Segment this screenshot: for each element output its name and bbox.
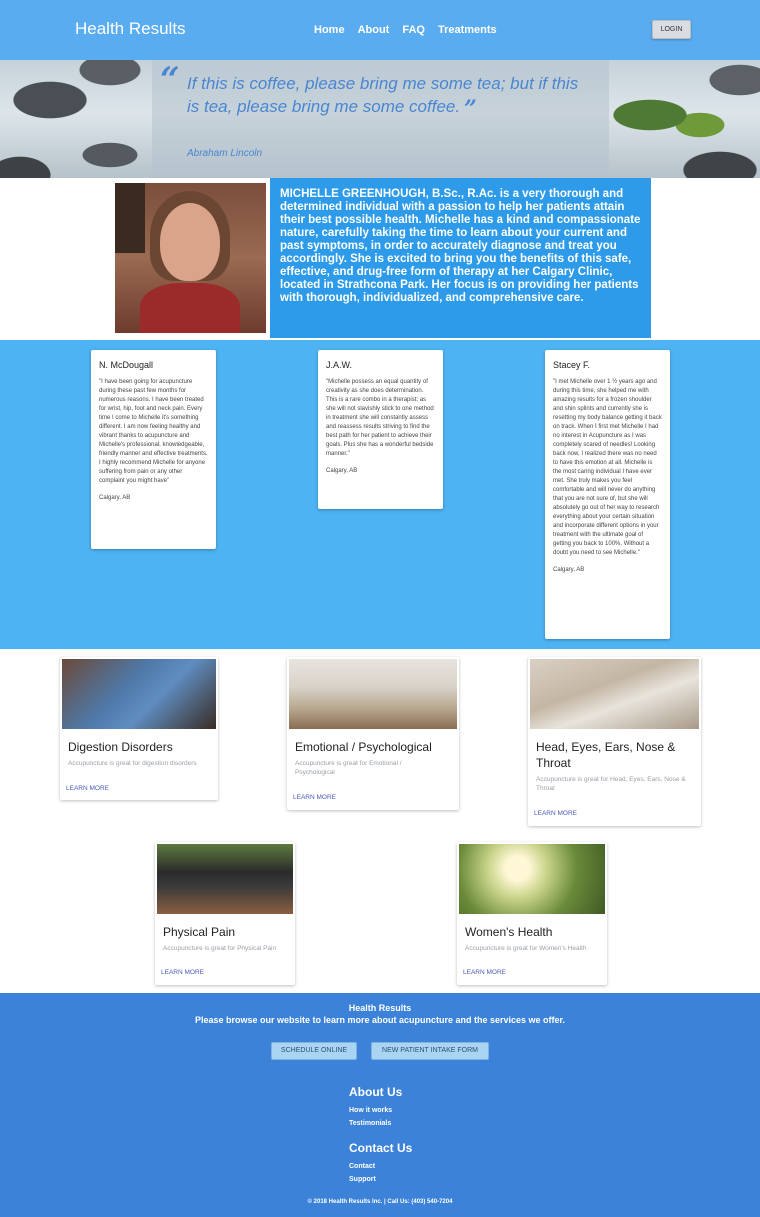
quote-panel: “ If this is coffee, please bring me som… xyxy=(152,60,609,178)
hero-quote: If this is coffee, please bring me some … xyxy=(187,72,587,121)
close-quote-icon: ” xyxy=(464,96,477,122)
hero-banner: “ If this is coffee, please bring me som… xyxy=(0,60,760,178)
testimonial-name: Stacey F. xyxy=(553,360,591,370)
service-description: Accupuncture is great for digestion diso… xyxy=(68,760,197,767)
service-image xyxy=(530,659,699,729)
hero-quote-text: If this is coffee, please bring me some … xyxy=(187,74,579,116)
learn-more-link[interactable]: LEARN MORE xyxy=(161,969,204,976)
testimonials-section: N. McDougall "I have been going for acup… xyxy=(0,340,760,649)
service-card-emotional: Emotional / Psychological Accupuncture i… xyxy=(287,657,459,810)
learn-more-link[interactable]: LEARN MORE xyxy=(534,810,577,817)
service-image xyxy=(459,844,605,914)
testimonial-location: Calgary, AB xyxy=(553,567,585,573)
bio-text: MICHELLE GREENHOUGH, B.Sc., R.Ac. is a v… xyxy=(280,188,641,304)
open-quote-icon: “ xyxy=(160,60,180,100)
footer-link-how-it-works[interactable]: How it works xyxy=(349,1107,392,1114)
testimonial-card: N. McDougall "I have been going for acup… xyxy=(91,350,216,549)
service-title: Emotional / Psychological xyxy=(295,740,432,754)
photo-face xyxy=(160,203,220,281)
learn-more-link[interactable]: LEARN MORE xyxy=(66,785,109,792)
practitioner-photo xyxy=(115,183,266,333)
service-card-digestion: Digestion Disorders Accupuncture is grea… xyxy=(60,657,218,800)
testimonial-location: Calgary, AB xyxy=(99,495,131,501)
nav-links: Home About FAQ Treatments xyxy=(314,24,497,36)
testimonial-name: N. McDougall xyxy=(99,360,154,370)
service-title: Physical Pain xyxy=(163,925,236,939)
service-image xyxy=(62,659,216,729)
service-image xyxy=(157,844,293,914)
footer-about-heading: About Us xyxy=(349,1085,403,1099)
nav-link-faq[interactable]: FAQ xyxy=(402,24,425,36)
intake-form-button[interactable]: NEW PATIENT INTAKE FORM xyxy=(371,1042,489,1060)
learn-more-link[interactable]: LEARN MORE xyxy=(463,969,506,976)
service-card-heent: Head, Eyes, Ears, Nose & Throat Accupunc… xyxy=(528,657,701,826)
quote-author: Abraham Lincoln xyxy=(187,148,263,159)
photo-background-frame xyxy=(115,183,145,253)
nav-link-treatments[interactable]: Treatments xyxy=(438,24,497,36)
footer-link-support[interactable]: Support xyxy=(349,1176,376,1183)
site-footer: Health Results Please browse our website… xyxy=(0,993,760,1217)
service-description: Accupuncture is great for Physical Pain xyxy=(163,945,277,952)
photo-scarf xyxy=(140,283,240,333)
copyright: © 2018 Health Results Inc. | Call Us: (4… xyxy=(307,1199,453,1205)
testimonial-body: "I have been going for acupuncture durin… xyxy=(99,379,208,484)
nav-link-home[interactable]: Home xyxy=(314,24,345,36)
footer-tagline: Please browse our website to learn more … xyxy=(194,1015,566,1025)
service-description: Accupuncture is great for Emotional / Ps… xyxy=(295,760,402,776)
footer-title: Health Results xyxy=(348,1003,412,1013)
service-title: Women's Health xyxy=(465,925,553,939)
bio-panel: MICHELLE GREENHOUGH, B.Sc., R.Ac. is a v… xyxy=(270,178,651,338)
top-navbar: Health Results Home About FAQ Treatments… xyxy=(0,0,760,60)
login-button[interactable]: LOGIN xyxy=(652,20,691,39)
service-title: Digestion Disorders xyxy=(68,740,173,754)
nav-link-about[interactable]: About xyxy=(358,24,390,36)
brand-logo-text[interactable]: Health Results xyxy=(75,19,186,39)
service-card-womens-health: Women's Health Accupuncture is great for… xyxy=(457,842,607,985)
service-card-pain: Physical Pain Accupuncture is great for … xyxy=(155,842,295,985)
service-title: Head, Eyes, Ears, Nose & Throat xyxy=(536,740,676,770)
testimonial-card: J.A.W. "Michelle possess an equal quanti… xyxy=(318,350,443,509)
testimonial-body: "Michelle possess an equal quantity of c… xyxy=(326,379,434,457)
testimonial-body: "I met Michelle over 1 ½ years ago and d… xyxy=(553,379,662,556)
testimonial-name: J.A.W. xyxy=(326,360,353,370)
service-description: Accupuncture is great for Head, Eyes, Ea… xyxy=(536,776,686,792)
service-description: Accupuncture is great for Women's Health xyxy=(465,945,587,952)
learn-more-link[interactable]: LEARN MORE xyxy=(293,794,336,801)
schedule-online-button[interactable]: SCHEDULE ONLINE xyxy=(271,1042,357,1060)
footer-link-contact[interactable]: Contact xyxy=(349,1163,375,1170)
testimonial-card: Stacey F. "I met Michelle over 1 ½ years… xyxy=(545,350,670,639)
service-image xyxy=(289,659,457,729)
footer-contact-heading: Contact Us xyxy=(349,1141,413,1155)
testimonial-location: Calgary, AB xyxy=(326,468,358,474)
footer-link-testimonials[interactable]: Testimonials xyxy=(349,1120,391,1127)
